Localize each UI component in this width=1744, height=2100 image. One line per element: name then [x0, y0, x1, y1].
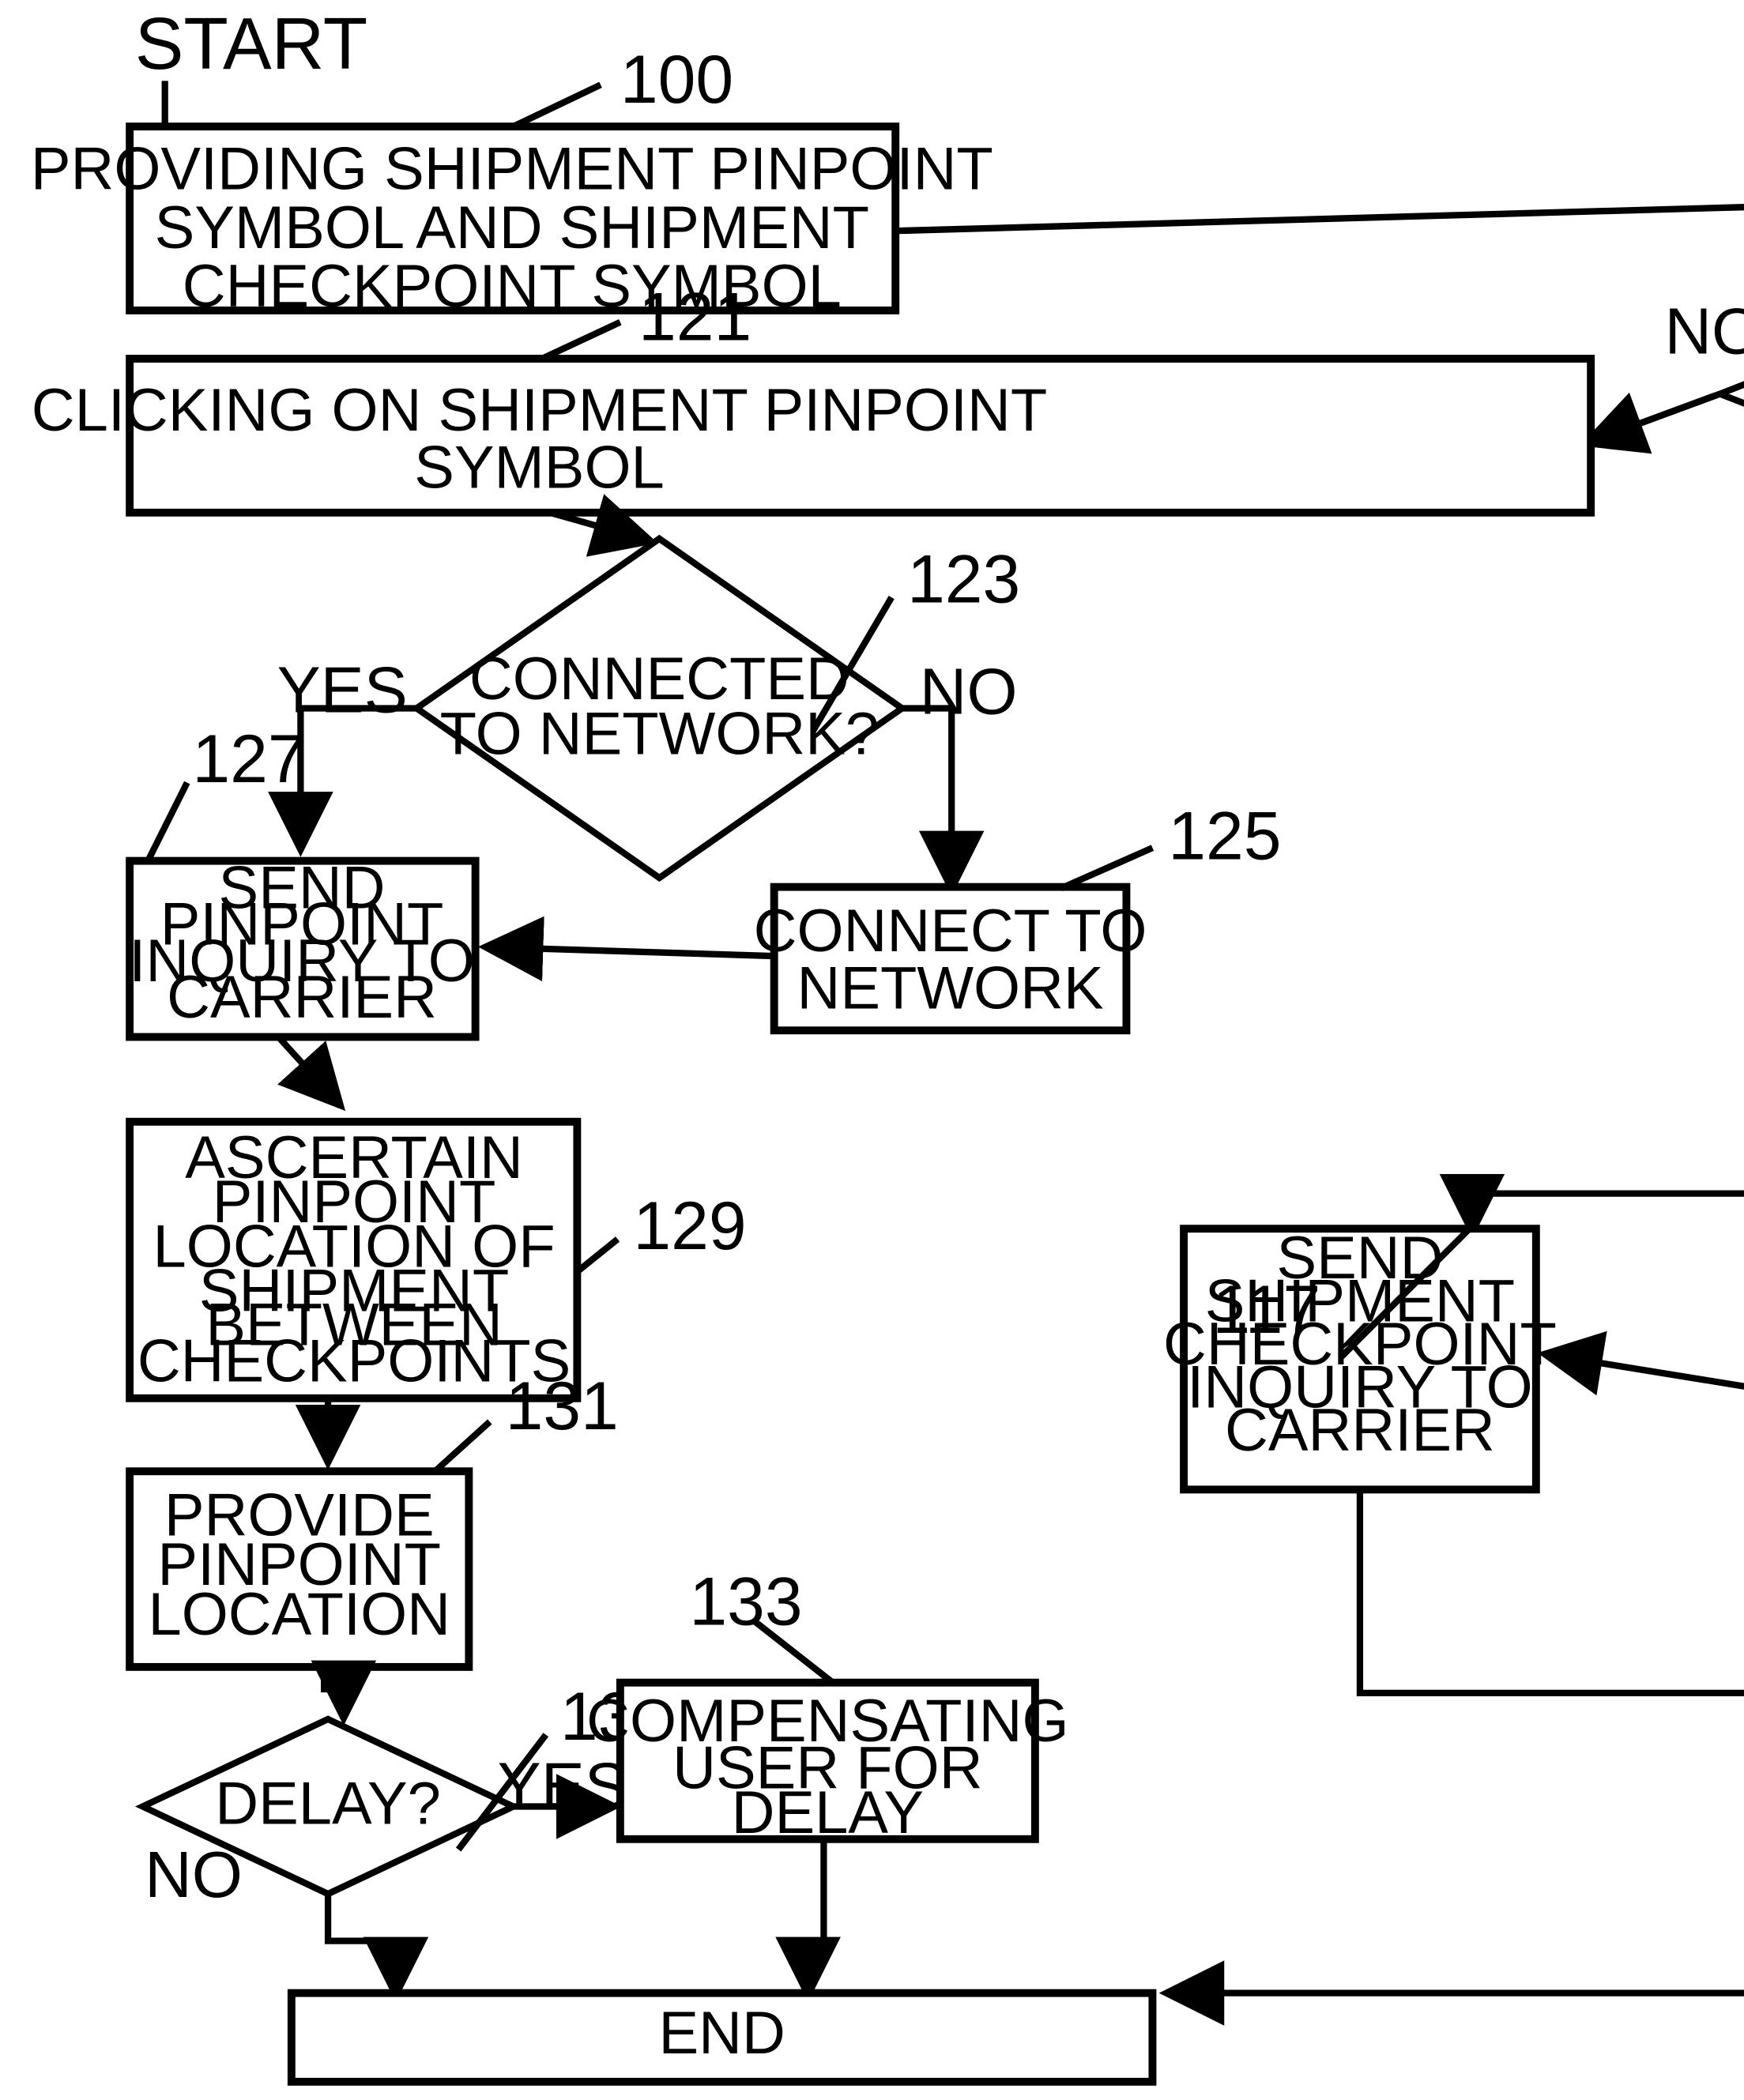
edge-133-to-end: [775, 1838, 841, 2003]
edge-119-to-end: [1158, 1960, 1744, 2026]
leader-121: [541, 319, 622, 362]
node-131-line-3: LOCATION: [148, 1581, 450, 1648]
leader-129: [574, 1236, 620, 1274]
leader-131: [432, 1419, 492, 1474]
ref-129: 129: [633, 1188, 746, 1264]
ref-127: 127: [192, 721, 305, 797]
node-133-line-3: DELAY: [732, 1779, 924, 1846]
start-label: START: [135, 2, 367, 85]
edge-100-to-105: [895, 204, 1744, 235]
node-117-line-5: CARRIER: [1225, 1397, 1495, 1464]
node-132-line-1: DELAY?: [215, 1770, 441, 1837]
edge-label-123-no: NO: [920, 655, 1018, 728]
ref-100: 100: [620, 42, 733, 118]
node-100-line-2: SYMBOL AND SHIPMENT: [155, 194, 869, 262]
leader-127: [145, 781, 190, 863]
edge-117-to-119-seg: [1356, 1489, 1744, 1697]
edge-123-no: [902, 705, 985, 897]
edge-121-to-123: [548, 494, 658, 557]
leader-125: [1060, 845, 1155, 892]
edge-127-to-129: [276, 1034, 346, 1112]
edge-label-132-no: NO: [145, 1838, 243, 1911]
ref-123: 123: [907, 541, 1020, 617]
edge-label-123-yes: YES: [277, 654, 408, 727]
edge-105-no-arrow: [1579, 392, 1718, 454]
node-123-line-2: TO NETWORK?: [440, 700, 880, 767]
ref-121: 121: [638, 279, 751, 355]
leader-100: [511, 81, 602, 130]
flowchart-canvas: START PROVIDING SHIPMENT PINPOINT SYMBOL…: [31, 2, 1744, 2086]
flowchart-page: START PROVIDING SHIPMENT PINPOINT SYMBOL…: [0, 0, 1744, 2100]
node-127-line-4: CARRIER: [167, 964, 437, 1031]
edge-123-yes: [268, 705, 417, 857]
edge-125-to-127: [477, 916, 774, 982]
node-end-label: END: [658, 2000, 785, 2067]
edge-label-132-yes: YES: [498, 1750, 628, 1823]
ref-133: 133: [689, 1564, 802, 1640]
ref-131: 131: [506, 1368, 619, 1444]
edge-label-105-no: NO: [1664, 295, 1744, 368]
edge-115-to-117: [1537, 1330, 1744, 1396]
edge-132-no: [324, 1894, 429, 2003]
ref-117: 117: [1212, 1272, 1320, 1348]
node-125-line-2: NETWORK: [797, 954, 1104, 1022]
ref-125: 125: [1168, 799, 1281, 875]
node-121-line-2: SYMBOL: [414, 435, 665, 502]
node-105-diamond: [1711, 381, 1744, 407]
node-100-line-1: PROVIDING SHIPMENT PINPOINT: [31, 136, 993, 203]
edge-131-to-132: [311, 1660, 377, 1726]
